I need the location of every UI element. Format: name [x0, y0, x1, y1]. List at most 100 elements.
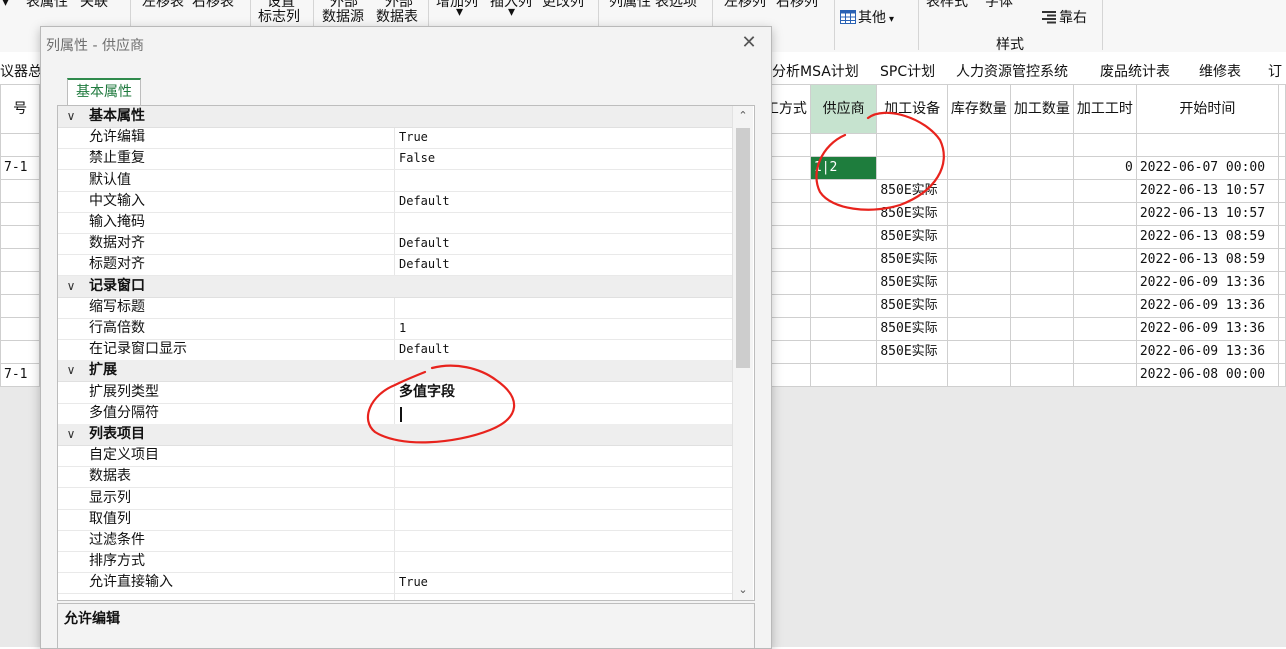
grid-cell-left[interactable]: [0, 248, 41, 272]
grid-cell-overflow[interactable]: [1277, 340, 1286, 364]
ribbon-other-button[interactable]: 其他 ▾: [840, 7, 894, 27]
grid-cell-supplier[interactable]: [809, 363, 878, 387]
ribbon-dropdown-arrow[interactable]: ▾: [2, 0, 9, 10]
chevron-down-icon[interactable]: ∨: [64, 425, 78, 443]
ribbon-table-options[interactable]: 表选项: [655, 0, 697, 11]
chevron-down-icon[interactable]: ∨: [64, 361, 78, 379]
grid-cell-start[interactable]: 2022-06-09 13:36: [1135, 317, 1279, 341]
tab-spc-plan[interactable]: SPC计划: [880, 61, 935, 81]
property-row[interactable]: 输入掩码: [58, 212, 732, 234]
tab-order[interactable]: 订: [1268, 61, 1282, 81]
property-value[interactable]: Default: [399, 254, 450, 275]
grid-cell-hours[interactable]: [1072, 179, 1137, 203]
grid-cell-stock[interactable]: [946, 225, 1011, 249]
ribbon-move-col-left[interactable]: 左移列: [724, 0, 766, 11]
ribbon-move-table-left[interactable]: 左移表: [142, 0, 184, 11]
grid-cell-hours[interactable]: [1072, 133, 1137, 157]
grid-cell-left[interactable]: [0, 179, 41, 203]
grid-cell-qty[interactable]: [1009, 248, 1074, 272]
grid-cell-device[interactable]: 850E实际: [876, 248, 948, 272]
property-category[interactable]: ∨ 列表项目: [58, 424, 732, 446]
grid-cell-device[interactable]: 850E实际: [876, 225, 948, 249]
grid-cell-start[interactable]: 2022-06-13 08:59: [1135, 225, 1279, 249]
property-row[interactable]: 允许直接输入 True: [58, 572, 732, 595]
property-row[interactable]: 数据表: [58, 466, 732, 489]
ribbon-font[interactable]: 字体: [985, 0, 1013, 11]
grid-cell-start[interactable]: 2022-06-13 10:57: [1135, 179, 1279, 203]
grid-cell-start[interactable]: 2022-06-08 00:00: [1135, 363, 1279, 387]
grid-cell-qty[interactable]: [1009, 294, 1074, 318]
tab-instrument-summary[interactable]: 议器总: [0, 61, 42, 81]
property-value[interactable]: 多值字段: [399, 382, 455, 403]
property-category[interactable]: ∨ 记录窗口: [58, 275, 732, 298]
property-row[interactable]: 中文输入 Default: [58, 191, 732, 213]
close-icon[interactable]: ✕: [739, 33, 759, 53]
ribbon-move-table-right[interactable]: 右移表: [192, 0, 234, 11]
grid-cell-supplier[interactable]: 1|2: [809, 156, 878, 180]
grid-cell-supplier[interactable]: [809, 248, 878, 272]
ribbon-align-right-button[interactable]: 靠右: [1041, 7, 1087, 27]
ribbon-table-props[interactable]: 表属性: [26, 0, 68, 11]
grid-cell-overflow[interactable]: [1277, 294, 1286, 318]
grid-cell-start[interactable]: 2022-06-13 10:57: [1135, 202, 1279, 226]
property-row[interactable]: 多值分隔符: [58, 403, 732, 425]
property-row[interactable]: 行高倍数 1: [58, 318, 732, 340]
grid-cell-supplier[interactable]: [809, 179, 878, 203]
grid-cell-device[interactable]: [876, 133, 948, 157]
grid-cell-overflow[interactable]: [1277, 248, 1286, 272]
grid-cell-left[interactable]: [0, 202, 41, 226]
ribbon-data-table[interactable]: 数据表: [376, 6, 418, 26]
grid-cell-left[interactable]: [0, 225, 41, 249]
grid-cell-start[interactable]: 2022-06-13 08:59: [1135, 248, 1279, 272]
property-value[interactable]: 1: [399, 318, 406, 339]
grid-header-hours[interactable]: 加工工时: [1072, 84, 1137, 134]
property-row[interactable]: 数据对齐 Default: [58, 233, 732, 256]
ribbon-move-col-right[interactable]: 右移列: [776, 0, 818, 11]
grid-cell-stock[interactable]: [946, 202, 1011, 226]
grid-cell-supplier[interactable]: [809, 294, 878, 318]
scroll-down-icon[interactable]: ⌄: [733, 580, 753, 600]
grid-cell-overflow[interactable]: [1277, 133, 1286, 157]
property-value[interactable]: True: [399, 572, 428, 593]
grid-cell-overflow[interactable]: [1277, 317, 1286, 341]
ribbon-insert-column-arrow[interactable]: ▾: [508, 4, 515, 20]
ribbon-change-column[interactable]: 更改列: [542, 0, 584, 11]
property-row[interactable]: 在记录窗口显示 Default: [58, 339, 732, 362]
grid-cell-qty[interactable]: [1009, 156, 1074, 180]
chevron-down-icon[interactable]: ∨: [64, 277, 78, 295]
grid-cell-supplier[interactable]: [809, 133, 878, 157]
property-row[interactable]: 禁止重复 False: [58, 148, 732, 171]
property-row[interactable]: 默认值: [58, 170, 732, 192]
grid-cell-stock[interactable]: [946, 317, 1011, 341]
property-row[interactable]: 标题对齐 Default: [58, 254, 732, 277]
tab-repair[interactable]: 维修表: [1199, 61, 1241, 81]
ribbon-relation[interactable]: 关联: [80, 0, 108, 11]
grid-cell-qty[interactable]: [1009, 271, 1074, 295]
property-row[interactable]: 显示列: [58, 488, 732, 510]
grid-cell-device[interactable]: [876, 156, 948, 180]
grid-cell-stock[interactable]: [946, 363, 1011, 387]
ribbon-table-style[interactable]: 表样式: [926, 0, 968, 11]
scroll-up-icon[interactable]: ⌃: [733, 106, 753, 126]
grid-cell-supplier[interactable]: [809, 225, 878, 249]
grid-cell-hours[interactable]: 0: [1072, 156, 1137, 180]
grid-header-supplier[interactable]: 供应商: [809, 84, 878, 134]
grid-header-left[interactable]: 号: [0, 84, 41, 134]
grid-cell-device[interactable]: 850E实际: [876, 294, 948, 318]
property-row[interactable]: 自定义项目: [58, 445, 732, 468]
property-category[interactable]: ∨ 扩展: [58, 360, 732, 383]
property-row[interactable]: 缩写标题: [58, 297, 732, 319]
grid-cell-qty[interactable]: [1009, 202, 1074, 226]
grid-cell-stock[interactable]: [946, 156, 1011, 180]
grid-cell-device[interactable]: 850E实际: [876, 340, 948, 364]
property-row[interactable]: 排序方式: [58, 551, 732, 574]
grid-cell-device[interactable]: 850E实际: [876, 179, 948, 203]
grid-cell-start[interactable]: [1135, 133, 1279, 157]
grid-cell-overflow[interactable]: [1277, 225, 1286, 249]
grid-cell-left[interactable]: [0, 317, 41, 341]
grid-cell-stock[interactable]: [946, 340, 1011, 364]
grid-cell-stock[interactable]: [946, 294, 1011, 318]
grid-cell-overflow[interactable]: [1277, 156, 1286, 180]
grid-cell-hours[interactable]: [1072, 248, 1137, 272]
property-value[interactable]: True: [399, 127, 428, 148]
